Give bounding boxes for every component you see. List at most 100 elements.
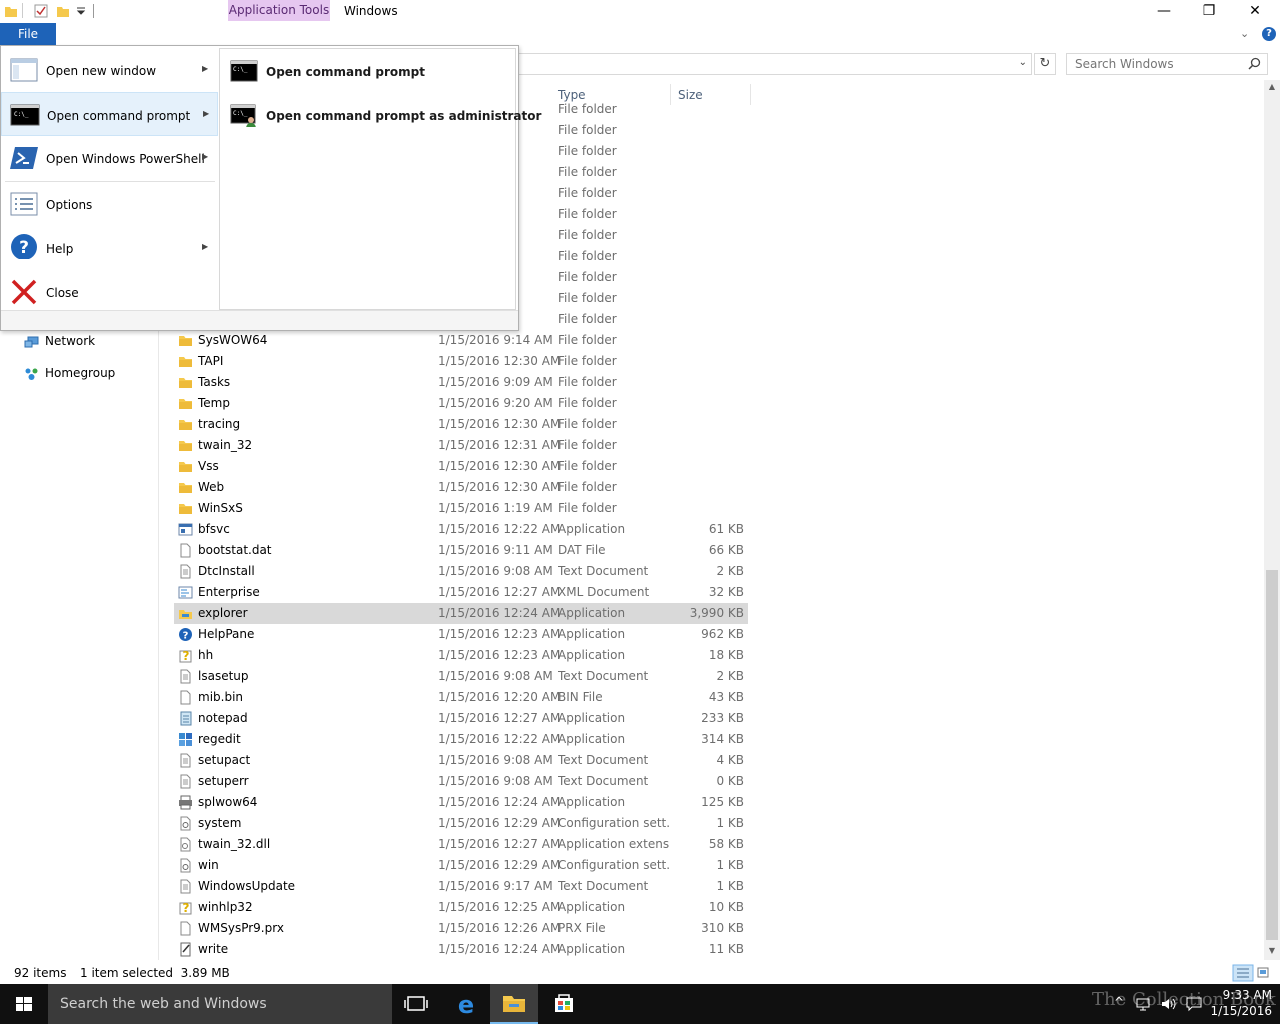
table-row[interactable]: Enterprise 1/15/2016 12:27 AM XML Document… bbox=[174, 582, 748, 603]
tray-overflow-icon[interactable]: ^ bbox=[1114, 995, 1124, 1009]
close-icon: ✕ bbox=[1249, 3, 1261, 19]
details-view-icon[interactable] bbox=[1232, 964, 1254, 982]
file-date: 1/15/2016 12:24 AM bbox=[438, 606, 561, 620]
menu-item-open-command-prompt[interactable]: C:\_ Open command prompt ▶ bbox=[1, 92, 218, 136]
start-button[interactable] bbox=[0, 984, 48, 1024]
application-tools-context-tab[interactable]: Application Tools bbox=[228, 0, 330, 21]
table-row[interactable]: notepad 1/15/2016 12:27 AM Application 233 … bbox=[174, 708, 748, 729]
minimize-button[interactable]: — bbox=[1141, 0, 1187, 22]
table-row[interactable]: bootstat.dat 1/15/2016 9:11 AM DAT File 66 … bbox=[174, 540, 748, 561]
file-type: Application bbox=[558, 900, 626, 914]
nav-item-network[interactable]: Network bbox=[24, 331, 95, 351]
table-row[interactable]: splwow64 1/15/2016 12:24 AM Application 125… bbox=[174, 792, 748, 813]
search-icon[interactable] bbox=[1248, 57, 1261, 70]
column-divider[interactable] bbox=[750, 84, 751, 105]
nav-item-homegroup[interactable]: Homegroup bbox=[24, 363, 115, 383]
menu-item-label: Close bbox=[46, 286, 79, 300]
menu-item-open-windows-powershell[interactable]: Open Windows PowerShell ▶ bbox=[1, 136, 218, 180]
nav-item-label: Network bbox=[45, 334, 96, 348]
help-icon[interactable]: ? bbox=[1262, 27, 1276, 41]
search-input[interactable] bbox=[1067, 54, 1243, 74]
store-button[interactable] bbox=[540, 984, 588, 1024]
table-row[interactable]: regedit 1/15/2016 12:22 AM Application 314 … bbox=[174, 729, 748, 750]
table-row[interactable]: mib.bin 1/15/2016 12:20 AM BIN File 43 KB bbox=[174, 687, 748, 708]
new-folder-icon[interactable] bbox=[56, 4, 70, 18]
file-explorer-taskbar-button[interactable] bbox=[490, 984, 538, 1024]
table-row[interactable]: TAPI 1/15/2016 12:30 AM File folder bbox=[174, 351, 748, 372]
table-row[interactable]: DtcInstall 1/15/2016 9:08 AM Text Document… bbox=[174, 561, 748, 582]
scroll-thumb[interactable] bbox=[1266, 570, 1278, 940]
table-row-selected[interactable]: explorer 1/15/2016 12:24 AM Application 3,9… bbox=[174, 603, 748, 624]
table-row[interactable]: ? hh 1/15/2016 12:23 AM Application 18 KB bbox=[174, 645, 748, 666]
close-button[interactable]: ✕ bbox=[1232, 0, 1278, 22]
search-box[interactable] bbox=[1066, 53, 1268, 75]
chevron-down-icon[interactable]: ⌄ bbox=[1019, 57, 1027, 68]
file-name: explorer bbox=[198, 606, 248, 620]
table-row[interactable]: ? HelpPane 1/15/2016 12:23 AM Application 96… bbox=[174, 624, 748, 645]
menu-item-label: Open new window bbox=[46, 64, 157, 78]
edge-button[interactable]: e bbox=[442, 984, 490, 1024]
menu-item-close[interactable]: Close bbox=[1, 270, 218, 314]
customize-qat-icon[interactable] bbox=[76, 6, 90, 20]
address-bar[interactable]: ⌄ bbox=[518, 53, 1032, 75]
file-type: File folder bbox=[558, 123, 617, 137]
file-name: winhlp32 bbox=[198, 900, 253, 914]
submenu-item-open-command-prompt[interactable]: C:\_ Open command prompt bbox=[228, 53, 513, 93]
file-type: File folder bbox=[558, 333, 617, 347]
file-date: 1/15/2016 9:08 AM bbox=[438, 774, 553, 788]
volume-icon[interactable] bbox=[1160, 996, 1176, 1012]
nav-item-label: Homegroup bbox=[45, 366, 116, 380]
menu-item-help[interactable]: ? Help ▶ bbox=[1, 226, 218, 270]
table-row[interactable]: ? winhlp32 1/15/2016 12:25 AM Application 10… bbox=[174, 897, 748, 918]
file-type: Text Document bbox=[558, 669, 649, 683]
clock-date: 1/15/2016 bbox=[1210, 1004, 1272, 1018]
menu-item-options[interactable]: Options bbox=[1, 182, 218, 226]
file-type: Configuration sett... bbox=[558, 858, 670, 872]
action-center-icon[interactable] bbox=[1186, 996, 1202, 1012]
dll-icon bbox=[180, 837, 191, 852]
scroll-down-icon[interactable]: ▼ bbox=[1264, 946, 1280, 955]
file-date: 1/15/2016 12:22 AM bbox=[438, 522, 561, 536]
table-row[interactable]: Temp 1/15/2016 9:20 AM File folder bbox=[174, 393, 748, 414]
options-icon bbox=[10, 192, 38, 216]
table-row[interactable]: system 1/15/2016 12:29 AM Configuration se… bbox=[174, 813, 748, 834]
refresh-button[interactable]: ↻ bbox=[1034, 53, 1056, 75]
table-row[interactable]: Tasks 1/15/2016 9:09 AM File folder bbox=[174, 372, 748, 393]
table-row[interactable]: WMSysPr9.prx 1/15/2016 12:26 AM PRX File 31… bbox=[174, 918, 748, 939]
close-x-icon bbox=[11, 279, 37, 305]
table-row[interactable]: setuperr 1/15/2016 9:08 AM Text Document 0 … bbox=[174, 771, 748, 792]
file-type: Application bbox=[558, 522, 626, 536]
table-row[interactable]: WinSxS 1/15/2016 1:19 AM File folder bbox=[174, 498, 748, 519]
table-row[interactable]: win 1/15/2016 12:29 AM Configuration sett.… bbox=[174, 855, 748, 876]
scroll-up-icon[interactable]: ▲ bbox=[1264, 82, 1280, 91]
table-row[interactable]: tracing 1/15/2016 12:30 AM File folder bbox=[174, 414, 748, 435]
table-row[interactable]: twain_32 1/15/2016 12:31 AM File folder bbox=[174, 435, 748, 456]
clock[interactable]: 9:33 AM 1/15/2016 bbox=[1208, 987, 1272, 1019]
table-row[interactable]: bfsvc 1/15/2016 12:22 AM Application 61 KB bbox=[174, 519, 748, 540]
properties-icon[interactable] bbox=[34, 4, 48, 18]
maximize-button[interactable]: ❐ bbox=[1186, 0, 1232, 22]
file-type: File folder bbox=[558, 228, 617, 242]
table-row[interactable]: setupact 1/15/2016 9:08 AM Text Document 4 … bbox=[174, 750, 748, 771]
homegroup-icon bbox=[25, 368, 38, 380]
large-icons-view-icon[interactable] bbox=[1257, 967, 1269, 978]
table-row[interactable]: WindowsUpdate 1/15/2016 9:17 AM Text Docum… bbox=[174, 876, 748, 897]
network-tray-icon[interactable] bbox=[1136, 996, 1152, 1012]
tab-file[interactable]: File bbox=[0, 23, 56, 46]
table-row[interactable]: write 1/15/2016 12:24 AM Application 11 KB bbox=[174, 939, 748, 960]
vertical-scrollbar[interactable]: ▲ ▼ bbox=[1264, 80, 1280, 960]
table-row[interactable]: Web 1/15/2016 12:30 AM File folder bbox=[174, 477, 748, 498]
table-row[interactable]: SysWOW64 1/15/2016 9:14 AM File folder bbox=[174, 330, 748, 351]
qat-divider bbox=[93, 4, 94, 18]
task-view-button[interactable] bbox=[392, 984, 440, 1024]
table-row[interactable]: lsasetup 1/15/2016 9:08 AM Text Document 2 … bbox=[174, 666, 748, 687]
table-row[interactable]: twain_32.dll 1/15/2016 12:27 AM Applicatio… bbox=[174, 834, 748, 855]
file-name: write bbox=[198, 942, 229, 956]
folder-icon[interactable] bbox=[4, 4, 18, 18]
submenu-item-open-command-prompt-admin[interactable]: C:\_ Open command prompt as administrato… bbox=[228, 97, 541, 137]
menu-item-open-new-window[interactable]: Open new window ▶ bbox=[1, 48, 218, 92]
file-date: 1/15/2016 12:30 AM bbox=[438, 480, 561, 494]
taskbar-search-box[interactable]: Search the web and Windows bbox=[48, 984, 392, 1024]
table-row[interactable]: Vss 1/15/2016 12:30 AM File folder bbox=[174, 456, 748, 477]
expand-ribbon-icon[interactable]: ⌄ bbox=[1240, 27, 1249, 40]
